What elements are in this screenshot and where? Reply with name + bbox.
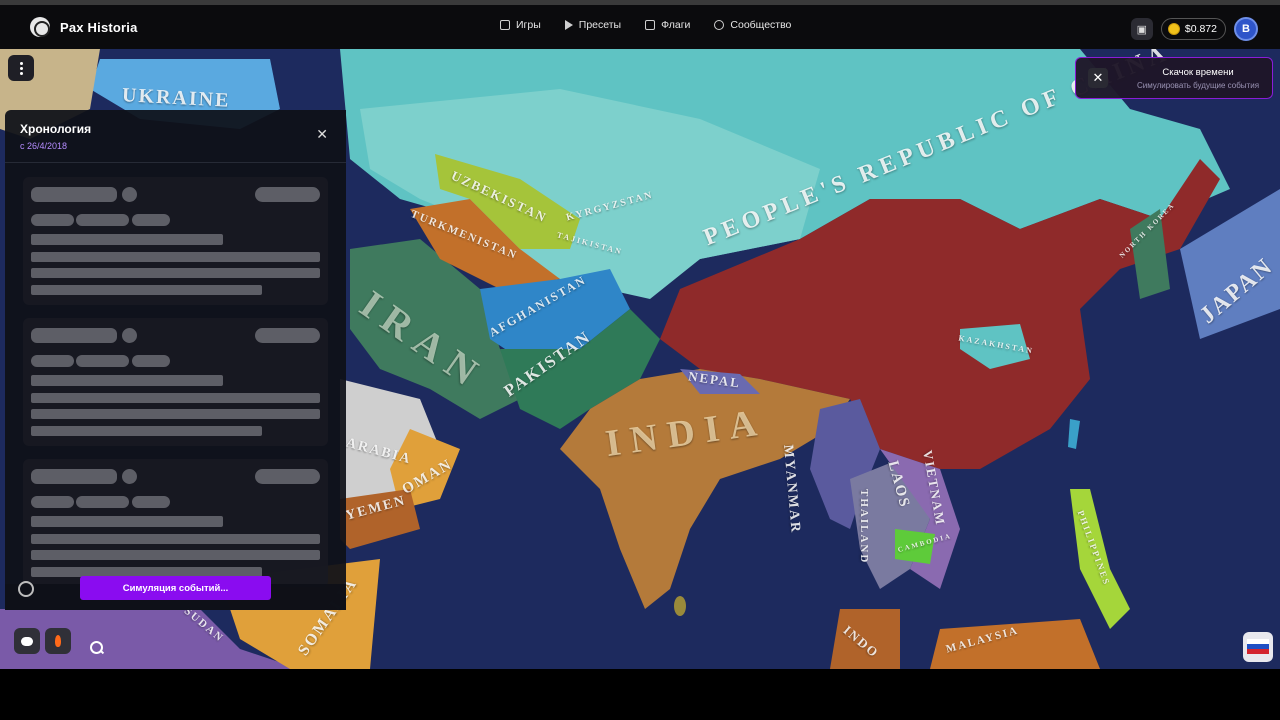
- timeline-panel: Хронология с 26/4/2018 ✕: [5, 110, 346, 610]
- skeleton-bar: [255, 328, 320, 343]
- close-toast-button[interactable]: ✕: [1088, 68, 1108, 88]
- event-card-skeleton: [23, 318, 328, 446]
- header-right: ▣ $0.872 B: [1130, 17, 1258, 41]
- skeleton-bar: [31, 375, 223, 386]
- event-card-skeleton: [23, 459, 328, 587]
- skeleton-bar: [31, 214, 74, 226]
- skeleton-bar: [255, 187, 320, 202]
- gift-button[interactable]: ▣: [1130, 18, 1153, 40]
- skeleton-dot: [122, 469, 137, 484]
- toast-title: Скачок времени: [1162, 67, 1234, 78]
- balance-pill[interactable]: $0.872: [1160, 18, 1226, 40]
- time-jump-toast: ✕ Скачок времени Симулировать будущие со…: [1075, 57, 1273, 99]
- event-card-skeleton: [23, 177, 328, 305]
- skeleton-bar: [31, 268, 320, 278]
- skeleton-bar: [31, 355, 74, 367]
- skeleton-bar: [31, 550, 320, 560]
- users-icon: [714, 20, 725, 30]
- timeline-title: Хронология: [20, 122, 92, 136]
- flag-icon: [645, 20, 656, 30]
- bottom-letterbox: [0, 669, 1280, 720]
- skeleton-bar: [31, 285, 262, 295]
- skeleton-bar: [76, 355, 129, 367]
- simulate-events-button[interactable]: Симуляция событий...: [80, 576, 271, 600]
- skeleton-bar: [132, 496, 170, 508]
- skeleton-bar: [76, 214, 129, 226]
- search-icon[interactable]: [90, 641, 104, 655]
- gift-icon: ▣: [1136, 23, 1148, 36]
- nav-presets[interactable]: Пресеты: [564, 19, 622, 31]
- nav-presets-label: Пресеты: [578, 19, 622, 31]
- skeleton-bar: [255, 469, 320, 484]
- skeleton-bar: [31, 252, 320, 262]
- skeleton-dot: [122, 187, 137, 202]
- skeleton-bar: [31, 426, 262, 436]
- nav-games[interactable]: Игры: [500, 19, 541, 31]
- more-menu-button[interactable]: [8, 55, 34, 81]
- skeleton-bar: [31, 516, 223, 527]
- coin-icon: [1167, 23, 1180, 35]
- skeleton-bar: [76, 496, 129, 508]
- dot-icon: [19, 61, 23, 65]
- timeline-since-date: с 26/4/2018: [20, 141, 68, 151]
- skeleton-bar: [31, 187, 117, 202]
- nav-flags[interactable]: Флаги: [645, 19, 690, 31]
- skeleton-bar: [31, 393, 320, 403]
- language-flag-button[interactable]: [1243, 632, 1273, 662]
- divider: [5, 162, 346, 163]
- main-nav: Игры Пресеты Флаги Сообщество: [500, 19, 791, 31]
- nav-games-label: Игры: [516, 19, 541, 31]
- skeleton-bar: [31, 469, 117, 484]
- avatar[interactable]: B: [1234, 17, 1258, 41]
- skeleton-bar: [132, 355, 170, 367]
- skeleton-bar: [31, 409, 320, 419]
- play-icon: [564, 20, 573, 30]
- nav-flags-label: Флаги: [661, 19, 691, 31]
- nav-community-label: Сообщество: [730, 19, 792, 31]
- skeleton-bar: [31, 328, 117, 343]
- app-logo[interactable]: Pax Historia: [30, 17, 138, 37]
- settings-gear-icon[interactable]: [18, 581, 34, 597]
- skeleton-bar: [31, 534, 320, 544]
- chat-button[interactable]: [14, 628, 40, 654]
- skeleton-bar: [132, 214, 170, 226]
- skeleton-dot: [122, 328, 137, 343]
- dot-icon: [19, 66, 23, 70]
- skeleton-bar: [31, 496, 74, 508]
- logo-icon: [30, 17, 50, 37]
- dot-icon: [19, 71, 23, 75]
- balance-value: $0.872: [1184, 23, 1217, 35]
- nav-community[interactable]: Сообщество: [714, 19, 791, 31]
- toast-subtitle: Симулировать будущие события: [1136, 81, 1260, 90]
- fire-button[interactable]: [45, 628, 71, 654]
- flag-stripe-red: [1247, 649, 1269, 654]
- skeleton-bar: [31, 234, 223, 245]
- gamepad-icon: [500, 20, 510, 30]
- map-label-thailand: THAILAND: [858, 489, 870, 565]
- close-icon[interactable]: ✕: [316, 126, 328, 143]
- app-name: Pax Historia: [60, 19, 138, 35]
- top-header: Pax Historia Игры Пресеты Флаги Сообщест…: [0, 5, 1280, 49]
